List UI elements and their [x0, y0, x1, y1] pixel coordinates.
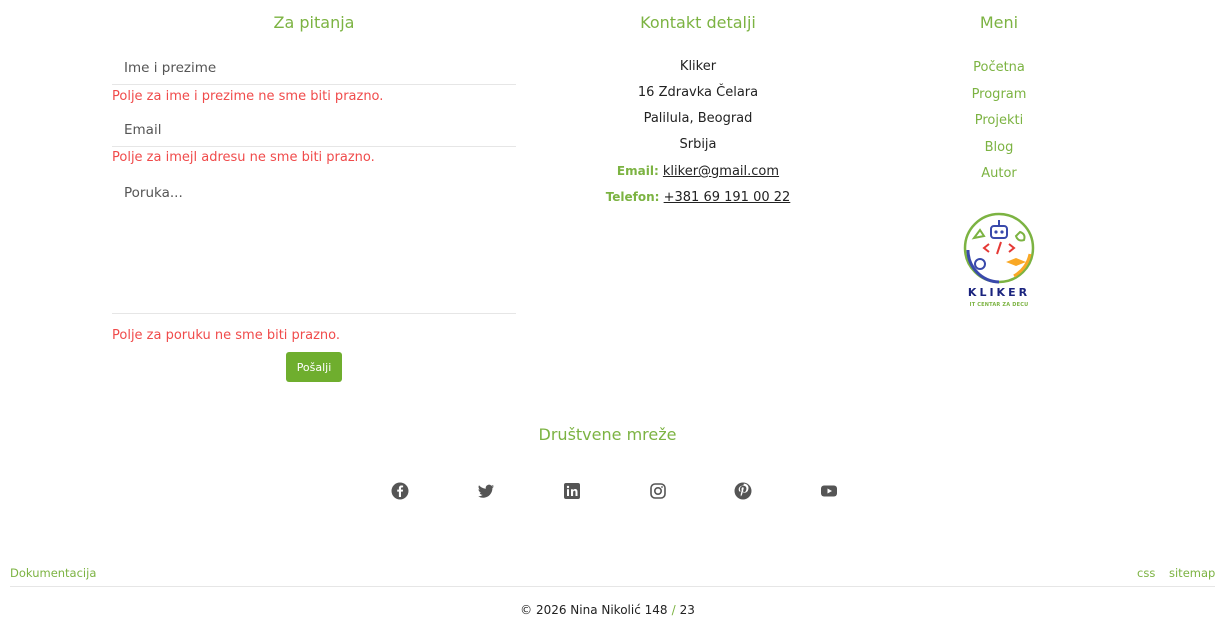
name-error: Polje za ime i prezime ne sme biti prazn…: [112, 89, 384, 104]
contact-title: Kontakt detalji: [640, 13, 756, 32]
email-link[interactable]: kliker@gmail.com: [663, 164, 779, 179]
logo-emblem-icon: [963, 212, 1035, 284]
linkedin-icon[interactable]: [563, 482, 581, 500]
twitter-icon[interactable]: [477, 482, 495, 500]
menu-item-projekti[interactable]: Projekti: [946, 113, 1052, 128]
menu-item-program[interactable]: Program: [946, 87, 1052, 102]
instagram-icon[interactable]: [649, 482, 667, 500]
youtube-icon[interactable]: [820, 482, 838, 500]
email-input[interactable]: [112, 114, 516, 147]
sitemap-link[interactable]: sitemap: [1169, 566, 1215, 580]
counter-separator: /: [671, 603, 676, 617]
form-title: Za pitanja: [273, 13, 355, 32]
footer-divider: [10, 586, 1215, 587]
copyright: © 2026 Nina Nikolić 148/23: [0, 603, 1215, 617]
counter-b: 23: [679, 603, 695, 617]
contact-city: Palilula, Beograd: [643, 111, 753, 126]
phone-label: Telefon:: [605, 190, 660, 204]
contact-country: Srbija: [679, 137, 717, 152]
contact-phone: Telefon: +381 69 191 00 22: [580, 190, 816, 205]
message-input[interactable]: [112, 178, 516, 314]
email-error: Polje za imejl adresu ne sme biti prazno…: [112, 150, 375, 165]
copyright-symbol: ©: [520, 603, 533, 617]
submit-button[interactable]: Pošalji: [286, 352, 342, 382]
contact-email: Email: kliker@gmail.com: [580, 164, 816, 179]
kliker-logo[interactable]: KLIKER IT CENTAR ZA DECU: [958, 210, 1040, 314]
menu-item-autor[interactable]: Autor: [946, 166, 1052, 181]
menu-item-pocetna[interactable]: Početna: [946, 60, 1052, 75]
facebook-icon[interactable]: [391, 482, 409, 500]
menu-item-blog[interactable]: Blog: [946, 140, 1052, 155]
pinterest-icon[interactable]: [734, 482, 752, 500]
counter-a: 148: [644, 603, 668, 617]
social-title: Društvene mreže: [538, 425, 677, 444]
logo-subtitle: IT CENTAR ZA DECU: [969, 302, 1029, 308]
css-link[interactable]: css: [1137, 566, 1155, 580]
message-error: Polje za poruku ne sme biti prazno.: [112, 328, 341, 343]
menu-title: Meni: [979, 13, 1019, 32]
contact-street: 16 Zdravka Čelara: [637, 85, 759, 100]
documentation-link[interactable]: Dokumentacija: [10, 566, 96, 580]
contact-company: Kliker: [679, 59, 717, 74]
email-label: Email:: [616, 164, 659, 178]
logo-title: KLIKER: [967, 286, 1031, 299]
phone-link[interactable]: +381 69 191 00 22: [664, 190, 791, 205]
name-input[interactable]: [112, 52, 516, 85]
copyright-text: 2026 Nina Nikolić: [535, 603, 641, 617]
